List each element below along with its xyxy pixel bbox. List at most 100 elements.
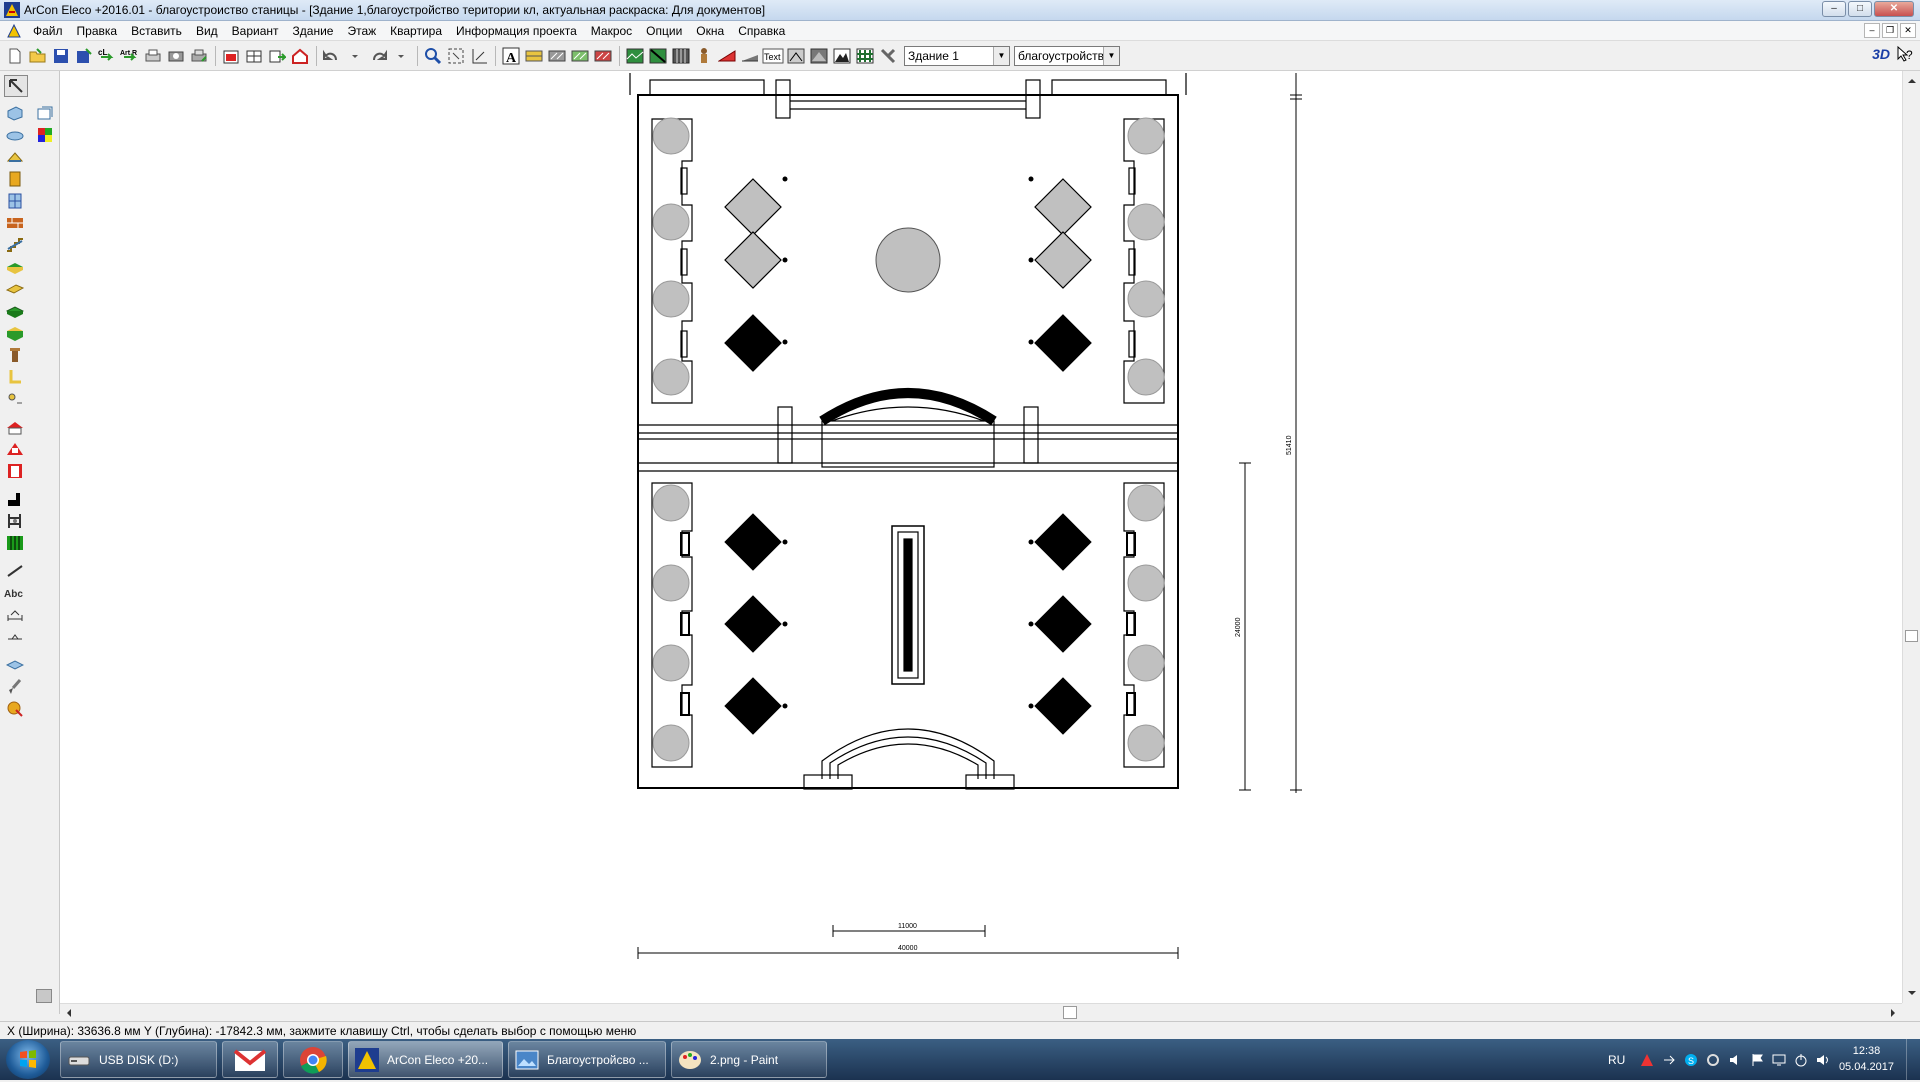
power-icon[interactable] xyxy=(1794,1053,1808,1067)
undo-icon[interactable] xyxy=(321,45,343,67)
menu-floor[interactable]: Этаж xyxy=(340,21,383,41)
text-label-icon[interactable]: Text xyxy=(762,45,784,67)
cl-export-icon[interactable]: cL xyxy=(96,45,118,67)
open-folder-icon[interactable] xyxy=(27,45,49,67)
roof-red-icon[interactable] xyxy=(4,417,26,437)
ceiling-icon[interactable] xyxy=(4,125,26,145)
view-3d-button[interactable]: 3D xyxy=(1872,46,1890,62)
menu-project-info[interactable]: Информация проекта xyxy=(449,21,584,41)
menu-building[interactable]: Здание xyxy=(286,21,341,41)
dormer-icon[interactable] xyxy=(4,461,26,481)
taskbar-item-blagoustroystvo[interactable]: Благоустройсво ... xyxy=(508,1041,666,1078)
menu-insert[interactable]: Вставить xyxy=(124,21,189,41)
texture-wizard-icon[interactable] xyxy=(4,699,26,719)
menu-file[interactable]: Файл xyxy=(26,21,70,41)
person-icon[interactable] xyxy=(693,45,715,67)
hatch-yellow-icon[interactable] xyxy=(523,45,545,67)
taskbar-item-usb-disk[interactable]: USB DISK (D:) xyxy=(60,1041,217,1078)
terrain-grid-icon[interactable] xyxy=(670,45,692,67)
help-pointer-icon[interactable]: ? xyxy=(1896,45,1914,63)
menu-windows[interactable]: Окна xyxy=(689,21,731,41)
brick-icon[interactable] xyxy=(4,213,26,233)
menu-variant[interactable]: Вариант xyxy=(225,21,286,41)
scroll-up-icon[interactable] xyxy=(1903,74,1920,88)
skype-icon[interactable]: S xyxy=(1684,1053,1698,1067)
text-tool-icon[interactable]: Abc xyxy=(4,583,26,603)
railing-icon[interactable] xyxy=(4,511,26,531)
taskbar-item-chrome[interactable] xyxy=(283,1041,343,1078)
menu-apartment[interactable]: Квартира xyxy=(383,21,449,41)
roof-window-icon[interactable] xyxy=(4,439,26,459)
arrow-icon[interactable] xyxy=(1662,1053,1676,1067)
chimney-icon[interactable] xyxy=(4,489,26,509)
monitor-icon[interactable] xyxy=(1772,1053,1786,1067)
line-tool-icon[interactable] xyxy=(4,561,26,581)
network-warning-icon[interactable] xyxy=(1640,1053,1654,1067)
document-icon[interactable] xyxy=(6,23,22,39)
beam-icon[interactable] xyxy=(4,279,26,299)
ramp-icon[interactable] xyxy=(739,45,761,67)
sync-icon[interactable] xyxy=(1706,1053,1720,1067)
wall-icon[interactable] xyxy=(4,103,26,123)
new-file-icon[interactable] xyxy=(4,45,26,67)
color-palette-icon[interactable] xyxy=(34,125,56,145)
fence-green-icon[interactable] xyxy=(4,533,26,553)
speaker-icon[interactable] xyxy=(1728,1053,1742,1067)
roof-icon[interactable] xyxy=(4,147,26,167)
level-tool-icon[interactable] xyxy=(4,627,26,647)
layer-select[interactable]: благоустройств ▼ xyxy=(1014,45,1120,66)
drawing-canvas[interactable]: 51410 24000 11000 40000 xyxy=(60,71,1902,1003)
fence-icon[interactable] xyxy=(854,45,876,67)
stairs-icon[interactable] xyxy=(4,235,26,255)
section-icon[interactable] xyxy=(785,45,807,67)
window-icon[interactable] xyxy=(4,191,26,211)
show-desktop-button[interactable] xyxy=(1906,1039,1920,1080)
hatch-red-icon[interactable] xyxy=(592,45,614,67)
mdi-close-button[interactable]: ✕ xyxy=(1900,23,1916,38)
menu-edit[interactable]: Правка xyxy=(70,21,125,41)
zoom-extents-icon[interactable] xyxy=(445,45,467,67)
horizontal-scroll-thumb[interactable] xyxy=(1063,1006,1077,1019)
floor-arrow-icon[interactable] xyxy=(266,45,288,67)
menu-options[interactable]: Опции xyxy=(639,21,689,41)
slab-icon[interactable] xyxy=(4,257,26,277)
taskbar-item-mail[interactable] xyxy=(222,1041,278,1078)
redo-dropdown-icon[interactable] xyxy=(390,45,412,67)
point-icon[interactable] xyxy=(4,389,26,409)
hatch-green-icon[interactable] xyxy=(569,45,591,67)
wedge-red-icon[interactable] xyxy=(716,45,738,67)
floor-grid-icon[interactable] xyxy=(243,45,265,67)
tray-clock[interactable]: 12:38 05.04.2017 xyxy=(1839,1043,1894,1075)
door-icon[interactable] xyxy=(4,169,26,189)
minimize-button[interactable]: – xyxy=(1822,1,1846,17)
green-slab-icon[interactable] xyxy=(4,301,26,321)
mountain-icon[interactable] xyxy=(831,45,853,67)
mdi-restore-button[interactable]: ❐ xyxy=(1882,23,1898,38)
text-a-icon[interactable]: A xyxy=(500,45,522,67)
scroll-left-icon[interactable] xyxy=(62,1004,76,1022)
select-pointer-icon[interactable] xyxy=(4,75,28,97)
redo-icon[interactable] xyxy=(367,45,389,67)
vertical-scroll-thumb[interactable] xyxy=(1905,630,1918,642)
menu-macro[interactable]: Макрос xyxy=(584,21,639,41)
scroll-right-icon[interactable] xyxy=(1886,1004,1900,1022)
foundation-icon[interactable] xyxy=(4,323,26,343)
close-button[interactable]: ✕ xyxy=(1874,1,1914,17)
view-object-icon[interactable] xyxy=(34,103,56,123)
taskbar-item-paint[interactable]: 2.png - Paint xyxy=(671,1041,827,1078)
plot-icon[interactable] xyxy=(188,45,210,67)
section-line-icon[interactable] xyxy=(4,655,26,675)
column-icon[interactable] xyxy=(4,345,26,365)
terrain-icon[interactable] xyxy=(624,45,646,67)
undo-dropdown-icon[interactable] xyxy=(344,45,366,67)
menu-view[interactable]: Вид xyxy=(189,21,225,41)
volume-icon[interactable] xyxy=(1816,1053,1830,1067)
dimension-icon[interactable] xyxy=(468,45,490,67)
print-preview-icon[interactable] xyxy=(165,45,187,67)
terrain-cut-icon[interactable] xyxy=(647,45,669,67)
mdi-minimize-button[interactable]: – xyxy=(1864,23,1880,38)
start-button[interactable] xyxy=(6,1040,50,1079)
panel-toggle-button[interactable] xyxy=(36,989,52,1003)
menu-help[interactable]: Справка xyxy=(731,21,792,41)
elevation-icon[interactable] xyxy=(808,45,830,67)
